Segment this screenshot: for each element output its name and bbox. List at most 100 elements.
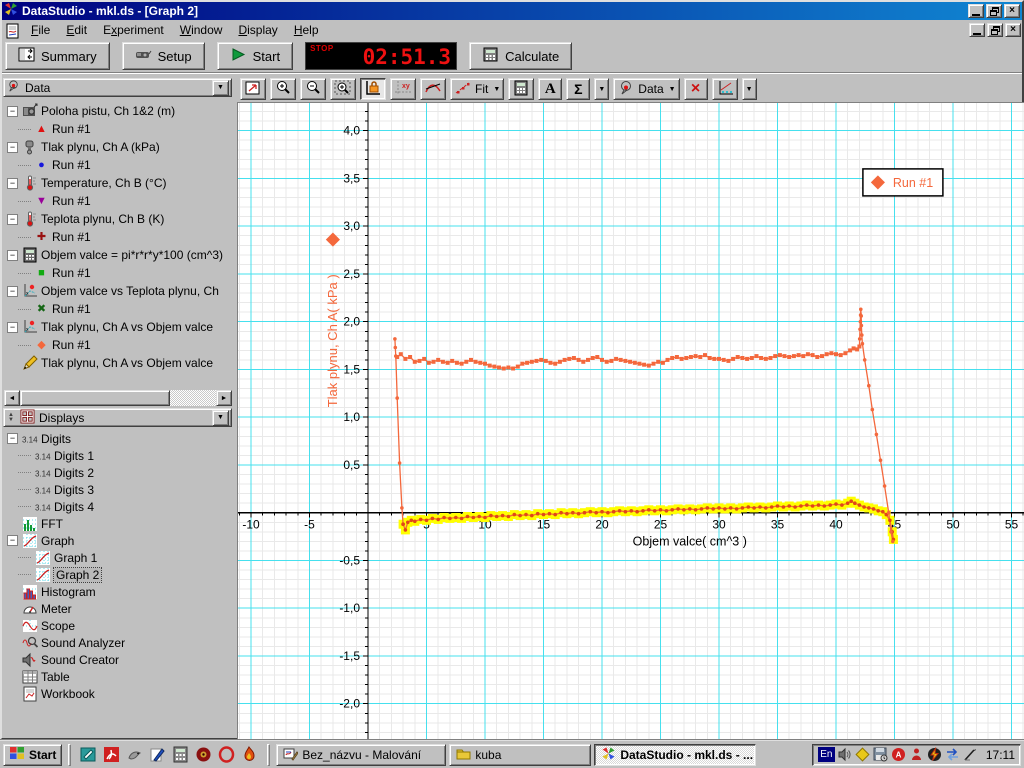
menu-edit[interactable]: Edit — [58, 22, 95, 39]
statistics-button[interactable]: Σ — [566, 78, 590, 100]
tree-item-objem-valce-pi-r-r-y-100-cm-3[interactable]: −Objem valce = pi*r*r*y*100 (cm^3) — [4, 246, 232, 264]
collapse-icon[interactable]: − — [7, 106, 18, 117]
menu-display[interactable]: Display — [230, 22, 285, 39]
collapse-icon[interactable]: − — [7, 286, 18, 297]
tray-scheduler-icon[interactable] — [855, 747, 871, 763]
tray-power-icon[interactable] — [927, 747, 943, 763]
collapse-icon[interactable]: − — [7, 322, 18, 333]
tree-item-workbook[interactable]: Workbook — [4, 685, 232, 702]
task-button-kuba[interactable]: kuba — [449, 744, 591, 766]
quick-launch-flame-icon[interactable] — [238, 744, 261, 766]
tray-network-icon[interactable] — [945, 747, 961, 763]
xy-tool-button[interactable]: xy — [390, 78, 416, 100]
tree-item-digits-4[interactable]: 3.14Digits 4 — [4, 498, 232, 515]
tree-item-fft[interactable]: FFT — [4, 515, 232, 532]
displays-panel-dropdown-button[interactable]: ▼ — [212, 410, 229, 426]
zoom-in-button[interactable] — [270, 78, 296, 100]
smart-tool-button[interactable] — [360, 78, 386, 100]
restore-button[interactable] — [986, 4, 1002, 18]
tree-item-graph-1[interactable]: Graph 1 — [4, 549, 232, 566]
tree-item-run-1[interactable]: ▼Run #1 — [4, 192, 232, 210]
collapse-icon[interactable]: − — [7, 142, 18, 153]
remove-button[interactable]: × — [684, 78, 708, 100]
collapse-icon[interactable]: − — [7, 433, 18, 444]
tree-item-histogram[interactable]: Histogram — [4, 583, 232, 600]
minimize-button[interactable] — [968, 4, 984, 18]
language-indicator[interactable]: En — [818, 747, 835, 762]
quick-launch-opera-icon[interactable] — [215, 744, 238, 766]
data-button[interactable]: Data ▼ — [613, 78, 679, 100]
mdi-minimize-button[interactable] — [969, 23, 985, 37]
collapse-icon[interactable]: − — [7, 535, 18, 546]
collapse-icon[interactable]: − — [7, 250, 18, 261]
menu-window[interactable]: Window — [172, 22, 231, 39]
start-button[interactable]: Start — [217, 42, 293, 70]
tree-item-run-1[interactable]: ✚Run #1 — [4, 228, 232, 246]
tree-item-run-1[interactable]: ■Run #1 — [4, 264, 232, 282]
text-tool-button[interactable]: A — [538, 78, 562, 100]
quick-launch-ink-pen-icon[interactable] — [146, 744, 169, 766]
tree-item-digits-1[interactable]: 3.14Digits 1 — [4, 447, 232, 464]
tray-disk-icon[interactable] — [873, 747, 889, 763]
calculate-button[interactable]: Calculate — [469, 42, 572, 70]
tree-item-objem-valce-vs-teplota-plynu-ch[interactable]: −xObjem valce vs Teplota plynu, Ch — [4, 282, 232, 300]
data-panel-header[interactable]: Data ▼ — [3, 78, 232, 97]
tree-item-poloha-pistu-ch-1-2-m[interactable]: −Poloha pistu, Ch 1&2 (m) — [4, 102, 232, 120]
setup-button[interactable]: Setup — [122, 42, 205, 70]
tray-pen-icon[interactable] — [963, 747, 979, 763]
data-panel-dropdown-button[interactable]: ▼ — [212, 80, 229, 96]
tree-item-teplota-plynu-ch-b-k[interactable]: −Teplota plynu, Ch B (K) — [4, 210, 232, 228]
tree-item-run-1[interactable]: ●Run #1 — [4, 156, 232, 174]
tray-ati-icon[interactable]: A — [891, 747, 907, 763]
tree-item-temperature-ch-b-c[interactable]: −Temperature, Ch B (°C) — [4, 174, 232, 192]
tray-speaker-icon[interactable] — [837, 747, 853, 763]
tree-item-scope[interactable]: Scope — [4, 617, 232, 634]
tree-item-sound-analyzer[interactable]: Sound Analyzer — [4, 634, 232, 651]
fit-button[interactable]: Fit ▼ — [450, 78, 504, 100]
quick-launch-notes-icon[interactable] — [77, 744, 100, 766]
graph-settings-dropdown-button[interactable]: ▼ — [742, 78, 757, 100]
tree-item-meter[interactable]: Meter — [4, 600, 232, 617]
scroll-thumb[interactable] — [20, 390, 170, 406]
zoom-select-button[interactable] — [330, 78, 356, 100]
tree-item-table[interactable]: Table — [4, 668, 232, 685]
start-menu-button[interactable]: Start — [3, 744, 62, 766]
quick-launch-calculator-icon[interactable] — [169, 744, 192, 766]
tray-security-icon[interactable] — [909, 747, 925, 763]
mdi-restore-button[interactable] — [987, 23, 1003, 37]
graph-settings-button[interactable] — [712, 78, 738, 100]
statistics-dropdown-button[interactable]: ▼ — [594, 78, 609, 100]
mdi-close-button[interactable]: × — [1005, 23, 1021, 37]
tree-item-digits[interactable]: −3.14Digits — [4, 430, 232, 447]
tree-item-digits-3[interactable]: 3.14Digits 3 — [4, 481, 232, 498]
menu-experiment[interactable]: Experiment — [95, 22, 172, 39]
tree-item-tlak-plynu-ch-a-kpa[interactable]: −Tlak plynu, Ch A (kPa) — [4, 138, 232, 156]
displays-panel-header[interactable]: ▲▼ Displays ▼ — [3, 408, 232, 427]
data-tree-hscrollbar[interactable]: ◄ ► — [4, 390, 232, 406]
tree-item-tlak-plynu-ch-a-vs-objem-valce[interactable]: Tlak plynu, Ch A vs Objem valce — [4, 354, 232, 372]
task-button-bez-n-zvu-malov-n[interactable]: Bez_názvu - Malování — [276, 744, 446, 766]
graph-calculate-button[interactable] — [508, 78, 534, 100]
tree-item-run-1[interactable]: ◆Run #1 — [4, 336, 232, 354]
slope-tool-button[interactable] — [420, 78, 446, 100]
tree-item-graph[interactable]: −Graph — [4, 532, 232, 549]
collapse-icon[interactable]: − — [7, 214, 18, 225]
menu-file[interactable]: File — [23, 22, 58, 39]
tree-item-digits-2[interactable]: 3.14Digits 2 — [4, 464, 232, 481]
tree-item-run-1[interactable]: ✖Run #1 — [4, 300, 232, 318]
quick-launch-acrobat-icon[interactable] — [100, 744, 123, 766]
summary-button[interactable]: Summary — [5, 42, 110, 70]
collapse-icon[interactable]: − — [7, 178, 18, 189]
splitter-grip-icon[interactable]: ▲▼ — [6, 413, 16, 423]
scroll-left-button[interactable]: ◄ — [4, 390, 20, 406]
quick-launch-media-icon[interactable] — [192, 744, 215, 766]
tree-item-sound-creator[interactable]: Sound Creator — [4, 651, 232, 668]
task-button-datastudio-mkl-ds[interactable]: DataStudio - mkl.ds - ... — [594, 744, 756, 766]
document-icon[interactable] — [5, 23, 21, 38]
close-button[interactable]: × — [1004, 4, 1020, 18]
scroll-right-button[interactable]: ► — [216, 390, 232, 406]
legend[interactable]: Run #1 — [863, 169, 943, 196]
graph-display-area[interactable]: -10-5510152025303540455055-2,0-1,5-1,0-0… — [237, 102, 1024, 739]
tree-item-run-1[interactable]: ▲Run #1 — [4, 120, 232, 138]
zoom-out-button[interactable] — [300, 78, 326, 100]
